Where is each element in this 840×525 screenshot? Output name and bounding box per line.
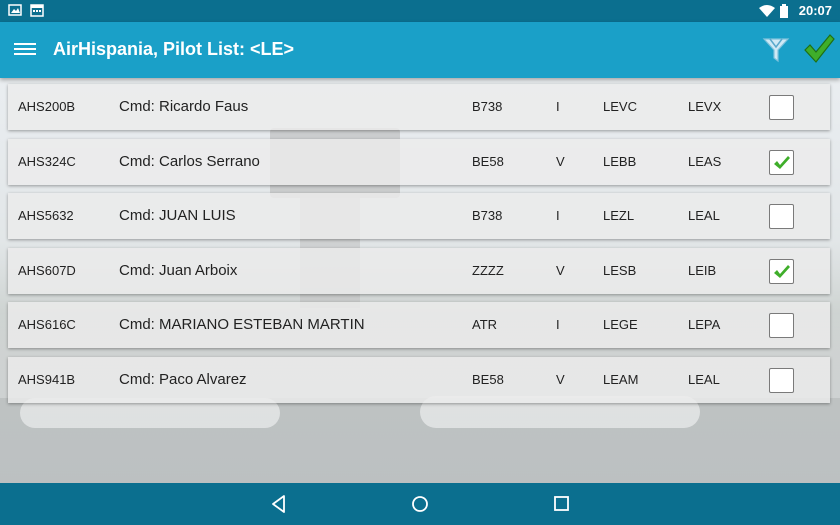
battery-icon xyxy=(779,3,793,18)
image-icon xyxy=(8,3,22,17)
flight-rules: V xyxy=(556,371,565,387)
flight-number: AHS324C xyxy=(18,153,76,169)
flight-rules: I xyxy=(556,317,560,333)
aircraft-type: ZZZZ xyxy=(472,262,504,278)
list-item[interactable]: AHS5632 Cmd: JUAN LUIS B738 I LEZL LEAL xyxy=(8,193,830,240)
flight-rules: V xyxy=(556,262,565,278)
pilot-name: Cmd: Paco Alvarez xyxy=(119,370,247,388)
back-icon[interactable] xyxy=(268,493,290,515)
select-checkbox[interactable] xyxy=(769,95,794,120)
pilot-name: Cmd: Juan Arboix xyxy=(119,261,238,279)
arrival-airport: LEAL xyxy=(688,208,720,224)
aircraft-type: B738 xyxy=(472,208,503,224)
calendar-icon xyxy=(30,3,44,17)
filter-icon[interactable] xyxy=(760,34,792,66)
aircraft-type: BE58 xyxy=(472,371,504,387)
departure-airport: LEZL xyxy=(603,208,635,224)
arrival-airport: LEVX xyxy=(688,99,722,114)
flight-number: AHS200B xyxy=(18,99,76,114)
flight-number: AHS941B xyxy=(18,371,76,387)
list-item[interactable]: AHS941B Cmd: Paco Alvarez BE58 V LEAM LEAL xyxy=(8,356,830,403)
flight-rules: I xyxy=(556,208,560,224)
select-checkbox[interactable] xyxy=(769,258,794,284)
departure-airport: LEAM xyxy=(603,371,639,387)
arrival-airport: LEPA xyxy=(688,317,721,333)
select-checkbox[interactable] xyxy=(769,313,794,339)
aircraft-type: B738 xyxy=(472,99,503,114)
select-checkbox[interactable] xyxy=(769,204,794,230)
aircraft-type: ATR xyxy=(472,317,498,333)
wifi-icon xyxy=(758,4,775,18)
navigation-bar xyxy=(0,483,840,525)
flight-rules: I xyxy=(556,99,560,114)
pilot-name: Cmd: Carlos Serrano xyxy=(119,152,260,170)
list-item[interactable]: AHS324C Cmd: Carlos Serrano BE58 V LEBB LEAS xyxy=(8,138,830,185)
flight-number: AHS5632 xyxy=(18,208,74,224)
arrival-airport: LEAL xyxy=(688,371,720,387)
list-item[interactable]: AHS616C Cmd: MARIANO ESTEBAN MARTIN ATR I LE… xyxy=(8,302,830,349)
status-bar: 20:07 xyxy=(0,0,840,22)
pilot-name: Cmd: MARIANO ESTEBAN MARTIN xyxy=(119,316,365,334)
menu-icon[interactable] xyxy=(14,40,36,60)
flight-number: AHS616C xyxy=(18,317,76,333)
departure-airport: LEVC xyxy=(603,99,637,114)
select-checkbox[interactable] xyxy=(769,367,794,393)
arrival-airport: LEIB xyxy=(688,262,717,278)
select-checkbox[interactable] xyxy=(769,149,794,175)
pilot-name: Cmd: Ricardo Faus xyxy=(119,98,249,115)
flight-rules: V xyxy=(556,153,565,169)
pilot-list-panel: AHS200B Cmd: Ricardo Faus B738 I LEVC LEVX AHS… xyxy=(0,78,840,483)
list-item[interactable]: AHS607D Cmd: Juan Arboix ZZZZ V LESB LEIB xyxy=(8,247,830,294)
flight-number: AHS607D xyxy=(18,262,76,278)
app-bar: AirHispania, Pilot List: <LE> xyxy=(0,22,840,78)
status-time: 20:07 xyxy=(798,3,832,18)
departure-airport: LEBB xyxy=(603,153,637,169)
pilot-list: AHS200B Cmd: Ricardo Faus B738 I LEVC LEVX AHS… xyxy=(8,84,830,412)
checkmark-icon[interactable] xyxy=(802,32,836,66)
departure-airport: LESB xyxy=(603,262,637,278)
home-icon[interactable] xyxy=(409,493,431,515)
departure-airport: LEGE xyxy=(603,317,638,333)
recents-icon[interactable] xyxy=(551,493,573,515)
page-title: AirHispania, Pilot List: <LE> xyxy=(53,39,295,59)
arrival-airport: LEAS xyxy=(688,153,722,169)
list-item[interactable]: AHS200B Cmd: Ricardo Faus B738 I LEVC LEVX xyxy=(8,84,830,130)
pilot-name: Cmd: JUAN LUIS xyxy=(119,207,236,225)
aircraft-type: BE58 xyxy=(472,153,504,169)
